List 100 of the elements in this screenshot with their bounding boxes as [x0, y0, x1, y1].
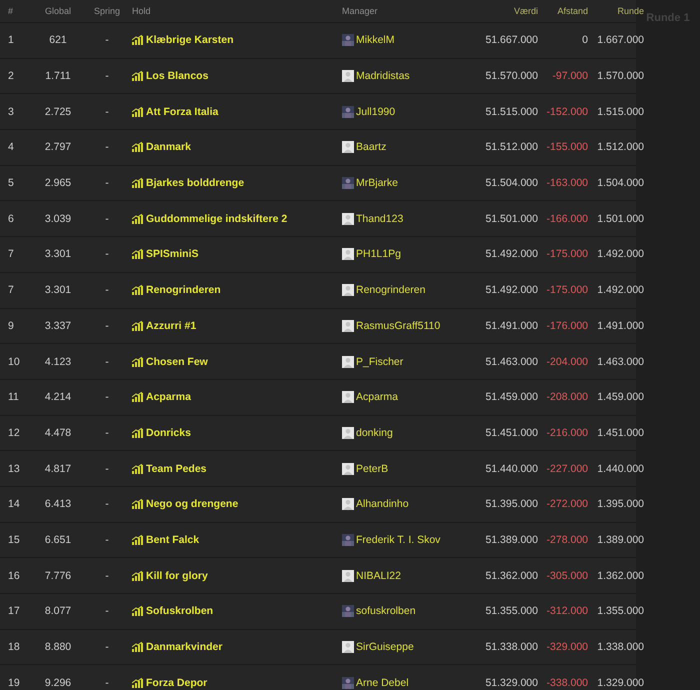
team-link[interactable]: Sofuskrolben — [146, 605, 214, 618]
column-header[interactable]: Manager — [342, 6, 378, 16]
bar-chart-icon — [132, 214, 143, 224]
rank-cell: 5 — [8, 177, 14, 190]
manager-link[interactable]: Acparma — [356, 391, 398, 404]
avatar-placeholder-icon — [342, 462, 354, 475]
round-points-cell: 1.570.000 — [597, 70, 644, 82]
global-rank-cell: 6.413 — [44, 498, 72, 510]
spring-cell: - — [105, 34, 109, 46]
team-link[interactable]: Acparma — [146, 391, 191, 404]
team-link[interactable]: Renogrinderen — [146, 284, 221, 296]
column-header[interactable]: Hold — [132, 6, 151, 16]
manager-link[interactable]: Madridistas — [356, 70, 410, 82]
bar-chart-icon — [132, 142, 143, 152]
manager-link[interactable]: Renogrinderen — [356, 284, 426, 296]
team-link[interactable]: Klæbrige Karsten — [146, 34, 234, 46]
team-link[interactable]: Bjarkes bolddrenge — [146, 177, 244, 190]
global-rank-cell: 3.301 — [44, 248, 72, 260]
manager-link[interactable]: Arne Debel — [356, 676, 409, 689]
manager-link[interactable]: donking — [356, 426, 393, 439]
column-header[interactable]: Værdi — [514, 6, 538, 16]
team-link[interactable]: Danmark — [146, 141, 191, 154]
gap-cell: -305.000 — [546, 570, 588, 582]
avatar-photo — [342, 34, 354, 46]
manager-link[interactable]: MrBjarke — [356, 177, 398, 190]
team-link[interactable]: Att Forza Italia — [146, 106, 218, 118]
column-header[interactable]: Afstand — [557, 6, 588, 16]
manager-link[interactable]: Jull1990 — [356, 106, 396, 118]
round-points-cell: 1.338.000 — [597, 641, 644, 654]
column-header[interactable]: # — [8, 6, 14, 16]
column-header[interactable]: Global — [44, 6, 71, 16]
manager-link[interactable]: PeterB — [356, 462, 388, 475]
bar-chart-icon — [132, 606, 143, 616]
gap-cell: -175.000 — [546, 248, 588, 260]
avatar-photo — [342, 177, 354, 190]
team-link[interactable]: Guddommelige indskiftere 2 — [146, 212, 288, 225]
global-rank-cell: 9.296 — [44, 676, 72, 689]
spring-cell: - — [105, 570, 109, 582]
global-rank-cell: 1.711 — [45, 70, 71, 82]
rank-cell: 6 — [8, 212, 14, 225]
gap-cell: -208.000 — [546, 391, 588, 404]
gap-cell: -338.000 — [546, 676, 588, 689]
global-rank-cell: 4.478 — [44, 426, 72, 439]
manager-link[interactable]: sofuskrolben — [356, 605, 416, 618]
avatar-photo — [342, 534, 354, 546]
gap-cell: -204.000 — [546, 356, 588, 368]
manager-link[interactable]: Baartz — [356, 141, 386, 154]
manager-link[interactable]: MikkelM — [356, 34, 394, 46]
team-link[interactable]: Danmarkvinder — [146, 641, 222, 654]
avatar-placeholder-icon — [342, 391, 354, 404]
manager-link[interactable]: Thand123 — [356, 212, 404, 225]
spring-cell: - — [105, 426, 109, 439]
bar-chart-icon — [132, 249, 143, 260]
round-points-cell: 1.492.000 — [597, 284, 644, 296]
rank-cell: 11 — [8, 391, 19, 404]
rank-cell: 15 — [8, 534, 20, 546]
value-cell: 51.329.000 — [485, 676, 538, 689]
rank-cell: 18 — [8, 641, 20, 654]
team-link[interactable]: Kill for glory — [146, 570, 208, 582]
value-cell: 51.362.000 — [485, 570, 538, 582]
team-link[interactable]: Azzurri #1 — [146, 320, 196, 332]
avatar-placeholder-icon — [342, 248, 354, 260]
team-link[interactable]: SPISminiS — [146, 248, 199, 260]
team-link[interactable]: Team Pedes — [146, 462, 207, 475]
manager-link[interactable]: Alhandinho — [356, 498, 409, 510]
rank-cell: 7 — [8, 248, 14, 260]
spring-cell: - — [105, 106, 109, 118]
manager-link[interactable]: NIBALI22 — [356, 570, 401, 582]
value-cell: 51.463.000 — [485, 356, 538, 368]
manager-link[interactable]: P_Fischer — [356, 356, 404, 368]
team-link[interactable]: Chosen Few — [146, 356, 208, 368]
rank-cell: 13 — [8, 462, 20, 475]
global-rank-cell: 2.797 — [44, 141, 72, 154]
bar-chart-icon — [132, 320, 143, 331]
team-link[interactable]: Forza Depor — [146, 676, 208, 689]
round-points-cell: 1.667.000 — [597, 34, 644, 46]
spring-cell: - — [105, 641, 109, 654]
avatar-placeholder-icon — [342, 70, 354, 82]
column-header[interactable]: Spring — [94, 6, 120, 16]
value-cell: 51.492.000 — [485, 284, 538, 296]
round-points-cell: 1.463.000 — [597, 356, 644, 368]
gap-cell: -163.000 — [546, 177, 588, 190]
team-link[interactable]: Bent Falck — [146, 534, 200, 546]
team-link[interactable]: Nego og drengene — [146, 498, 238, 510]
manager-link[interactable]: RasmusGraff5110 — [356, 320, 440, 332]
value-cell: 51.355.000 — [485, 605, 538, 618]
avatar-placeholder-icon — [342, 320, 354, 332]
manager-link[interactable]: PH1L1Pg — [356, 248, 401, 260]
column-header[interactable]: Runde — [617, 6, 644, 16]
team-link[interactable]: Donricks — [146, 426, 191, 439]
bar-chart-icon — [132, 71, 143, 82]
spring-cell: - — [105, 212, 109, 225]
rank-cell: 19 — [8, 676, 20, 689]
value-cell: 51.492.000 — [485, 248, 538, 260]
team-link[interactable]: Los Blancos — [146, 70, 208, 82]
avatar-placeholder-icon — [342, 570, 354, 582]
manager-link[interactable]: Frederik T. I. Skov — [356, 534, 440, 546]
rank-cell: 4 — [8, 141, 14, 154]
global-rank-cell: 4.817 — [44, 462, 72, 475]
manager-link[interactable]: SirGuiseppe — [356, 641, 414, 654]
